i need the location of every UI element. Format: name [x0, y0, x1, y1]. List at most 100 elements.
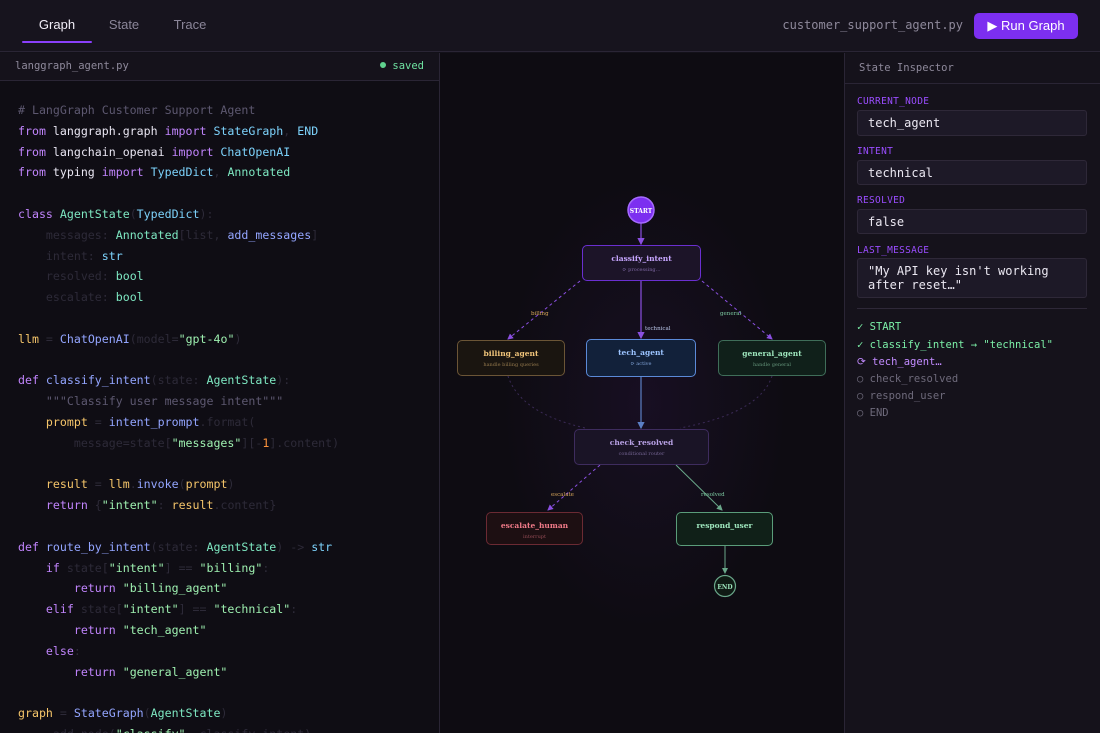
- node-billing-agent[interactable]: billing_agent handle billing queries: [457, 340, 565, 376]
- code-line[interactable]: llm = ChatOpenAI(model="gpt-4o"): [18, 329, 339, 350]
- top-bar: Graph State Trace customer_support_agent…: [0, 0, 1100, 52]
- code-line[interactable]: messages: Annotated[list, add_messages]: [18, 225, 339, 246]
- code-token: .format(: [199, 414, 256, 429]
- code-line[interactable]: [18, 682, 339, 703]
- tab-graph[interactable]: Graph: [22, 8, 92, 43]
- node-respond-user[interactable]: respond_user: [676, 512, 773, 546]
- field-resolved[interactable]: false: [857, 209, 1087, 234]
- code-token: "gpt-4o": [178, 331, 235, 346]
- trace-item-start: ✓ START: [857, 321, 902, 333]
- trace-item-classify-intent: ✓ classify_intent → "technical": [857, 339, 1053, 351]
- code-line[interactable]: [18, 183, 339, 204]
- graph-edges: START END: [507, 196, 773, 598]
- code-line[interactable]: from typing import TypedDict, Annotated: [18, 162, 339, 183]
- code-token: result: [171, 498, 214, 513]
- code-line[interactable]: result = llm.invoke(prompt): [18, 474, 339, 495]
- code-line[interactable]: """Classify user message intent""": [18, 391, 339, 412]
- edge-label-resolved: resolved: [701, 492, 725, 498]
- graph-canvas[interactable]: START END classify_intent ⟳ processing… …: [440, 53, 845, 733]
- code-editor[interactable]: langgraph_agent.py saved # LangGraph Cus…: [0, 53, 440, 733]
- code-line[interactable]: from langgraph.graph import StateGraph, …: [18, 121, 339, 142]
- code-token: StateGraph: [206, 123, 284, 138]
- node-tech-agent[interactable]: tech_agent ⟳ active: [586, 339, 696, 377]
- code-token: {: [87, 498, 102, 513]
- code-line[interactable]: # LangGraph Customer Support Agent: [18, 100, 339, 121]
- code-content[interactable]: # LangGraph Customer Support Agent from l…: [18, 100, 339, 733]
- code-token: resolved:: [18, 269, 116, 284]
- trace-item-check-resolved: ○ check_resolved: [857, 373, 959, 385]
- code-line[interactable]: return "tech_agent": [18, 620, 339, 641]
- code-token: return: [18, 581, 116, 596]
- code-line[interactable]: if state["intent"] == "billing":: [18, 558, 339, 579]
- code-token: import: [101, 165, 144, 180]
- code-token: ):: [276, 373, 291, 388]
- node-check-resolved[interactable]: check_resolved conditional router: [574, 429, 709, 465]
- code-line[interactable]: [18, 350, 339, 371]
- run-graph-button[interactable]: ▶ Run Graph: [974, 13, 1078, 39]
- code-line[interactable]: [18, 516, 339, 537]
- code-token: escalate:: [18, 290, 116, 305]
- node-classify-intent[interactable]: classify_intent ⟳ processing…: [582, 245, 701, 281]
- code-line[interactable]: else:: [18, 641, 339, 662]
- code-token: elif: [18, 602, 74, 617]
- code-token: from: [18, 144, 46, 159]
- tab-state[interactable]: State: [98, 8, 150, 42]
- code-token: llm: [18, 331, 39, 346]
- code-token: """Classify user message intent""": [18, 394, 284, 409]
- node-escalate-human-title: escalate_human: [500, 521, 569, 530]
- code-line[interactable]: elif state["intent"] == "technical":: [18, 599, 339, 620]
- code-token: str: [101, 248, 123, 263]
- code-token: def: [18, 373, 39, 388]
- code-line[interactable]: [18, 308, 339, 329]
- node-respond-user-title: respond_user: [696, 521, 753, 530]
- save-status-label: saved: [392, 60, 424, 72]
- code-token: # LangGraph Customer Support Agent: [18, 103, 256, 117]
- field-last-message[interactable]: "My API key isn't working after reset…": [857, 258, 1087, 298]
- code-line[interactable]: prompt = intent_prompt.format(: [18, 412, 339, 433]
- code-line[interactable]: from langchain_openai import ChatOpenAI: [18, 142, 339, 163]
- code-line[interactable]: resolved: bool: [18, 266, 339, 287]
- code-token: :: [290, 602, 298, 617]
- code-line[interactable]: .add_node("classify", classify_intent): [18, 724, 339, 733]
- field-current-node[interactable]: tech_agent: [857, 110, 1087, 136]
- code-token: (: [178, 477, 186, 492]
- code-token: AgentState: [150, 706, 221, 721]
- node-escalate-human-sub: interrupt: [523, 534, 546, 540]
- code-line[interactable]: def route_by_intent(state: AgentState) -…: [18, 537, 339, 558]
- code-line[interactable]: graph = StateGraph(AgentState): [18, 703, 339, 724]
- code-token: .: [129, 477, 137, 492]
- code-line[interactable]: intent: str: [18, 246, 339, 267]
- code-token: TypedDict: [143, 165, 214, 180]
- node-escalate-human[interactable]: escalate_human interrupt: [486, 512, 583, 545]
- node-general-agent[interactable]: general_agent handle general: [718, 340, 826, 376]
- tab-trace[interactable]: Trace: [164, 8, 216, 42]
- code-token: "intent": [101, 498, 158, 513]
- code-token: return: [18, 664, 116, 679]
- field-intent[interactable]: technical: [857, 160, 1087, 185]
- code-line[interactable]: escalate: bool: [18, 287, 339, 308]
- code-token: TypedDict: [136, 206, 200, 221]
- code-line[interactable]: return {"intent": result.content}: [18, 495, 339, 516]
- code-token: "general_agent": [115, 664, 228, 679]
- code-line[interactable]: return "billing_agent": [18, 578, 339, 599]
- code-line[interactable]: message=state["messages"][-1].content): [18, 433, 339, 454]
- code-token: return: [18, 622, 116, 637]
- code-line[interactable]: def classify_intent(state: AgentState):: [18, 370, 339, 391]
- code-token: Annotated: [115, 227, 179, 242]
- end-label: END: [717, 584, 732, 591]
- code-token: state[: [73, 602, 123, 617]
- code-token: "messages": [171, 435, 242, 450]
- save-status: saved: [380, 60, 424, 72]
- inspector-title: State Inspector: [859, 62, 954, 74]
- code-line[interactable]: class AgentState(TypedDict):: [18, 204, 339, 225]
- field-label-current-node: CURRENT_NODE: [857, 96, 930, 107]
- code-token: =: [52, 706, 74, 721]
- saved-dot-icon: [380, 62, 387, 68]
- code-token: ) ->: [276, 539, 312, 554]
- code-token: , classify_intent): [186, 727, 312, 733]
- code-token: [list,: [178, 227, 228, 242]
- code-line[interactable]: return "general_agent": [18, 662, 339, 683]
- code-token: if: [18, 560, 60, 575]
- code-line[interactable]: [18, 454, 339, 475]
- code-token: =: [87, 414, 109, 429]
